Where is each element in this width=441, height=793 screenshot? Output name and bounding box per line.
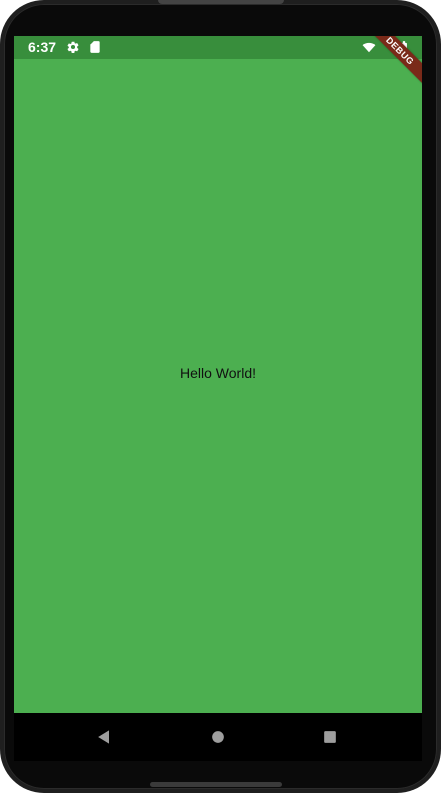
top-speaker [158, 0, 284, 4]
sd-card-icon [90, 41, 100, 53]
phone-screen: 6:37 Hello World! DEBUG [14, 36, 422, 761]
status-bar: 6:37 [14, 36, 422, 59]
settings-icon [67, 41, 79, 53]
navigation-bar [14, 713, 422, 761]
bottom-speaker [150, 782, 282, 787]
recents-button[interactable] [320, 727, 340, 747]
app-body: Hello World! [14, 59, 422, 713]
hello-text: Hello World! [180, 365, 256, 381]
wifi-icon [362, 42, 376, 53]
back-button[interactable] [94, 727, 114, 747]
phone-frame: 6:37 Hello World! DEBUG [0, 0, 441, 793]
status-time: 6:37 [28, 39, 57, 55]
home-button[interactable] [208, 727, 228, 747]
